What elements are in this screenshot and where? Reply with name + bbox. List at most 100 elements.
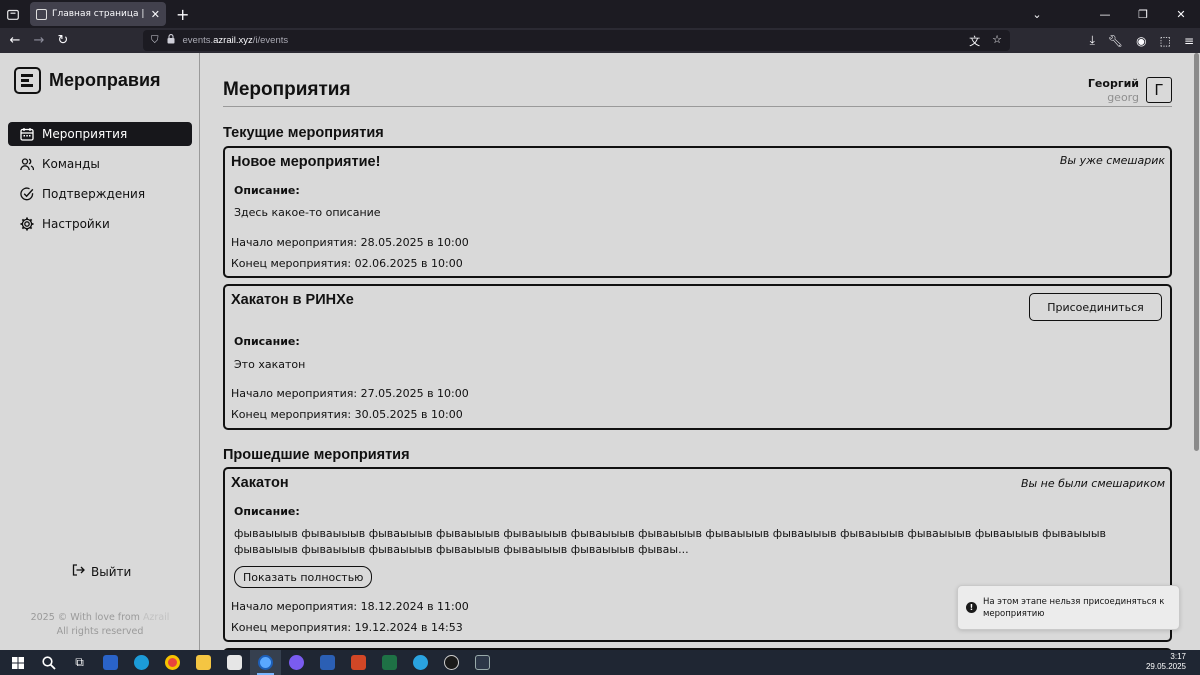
tab-favicon-icon <box>36 8 47 20</box>
tab-overview-icon[interactable] <box>0 0 26 28</box>
url-text[interactable]: events.azrail.xyz/i/events <box>183 35 289 46</box>
sidebar-item-label: Команды <box>42 157 100 171</box>
powerpoint-icon[interactable] <box>343 650 374 675</box>
sidebar-item-events[interactable]: Мероприятия <box>8 122 192 146</box>
firefox-dev-icon[interactable] <box>281 650 312 675</box>
translate-icon[interactable]: 文 <box>969 33 980 49</box>
os-taskbar: ⧉ 3:17 29.05.2025 <box>0 650 1200 675</box>
lock-icon[interactable] <box>167 34 175 47</box>
firefox-browser-icon[interactable] <box>250 650 281 675</box>
browser-tab-active[interactable]: Главная страница | Мероприя ✕ <box>30 2 166 26</box>
toast-message: На этом этапе нельзя присоединяться к ме… <box>983 596 1165 619</box>
browser-nav-bar: ← → ↻ ⛉ events.azrail.xyz/i/events 文 ☆ ⤓… <box>0 28 1200 53</box>
browser-tab-bar: Главная страница | Мероприя ✕ + ⌄ — ❐ ✕ <box>0 0 1200 28</box>
windows-start-icon[interactable] <box>2 650 33 675</box>
event-status: Вы уже смешарик <box>1059 154 1165 167</box>
excel-icon[interactable] <box>374 650 405 675</box>
event-end: Конец мероприятия: 19.12.2024 в 14:53 <box>231 621 463 634</box>
downloads-icon[interactable]: ⤓ <box>1090 33 1095 48</box>
event-start: Начало мероприятия: 18.12.2024 в 11:00 <box>231 600 469 613</box>
alert-icon: ! <box>966 602 977 613</box>
reload-icon[interactable]: ↻ <box>51 33 75 48</box>
check-circle-icon <box>20 187 34 201</box>
sidebar-item-settings[interactable]: Настройки <box>8 212 192 236</box>
user-name: Георгий <box>1087 77 1139 90</box>
join-button[interactable]: Присоединиться <box>1029 293 1162 321</box>
section-title-current: Текущие мероприятия <box>223 125 384 141</box>
task-view-icon[interactable]: ⧉ <box>64 650 95 675</box>
word-icon[interactable] <box>312 650 343 675</box>
bookmark-star-icon[interactable]: ☆ <box>992 33 1002 49</box>
event-description: Здесь какое-то описание <box>234 206 381 219</box>
sidebar-item-teams[interactable]: Команды <box>8 152 192 176</box>
event-card: Хакатон в РИНХе Присоединиться Описание:… <box>223 284 1172 430</box>
header-divider <box>223 106 1172 107</box>
event-title: Хакатон <box>231 475 289 491</box>
menu-icon[interactable]: ≡ <box>1184 34 1194 48</box>
description-label: Описание: <box>234 184 300 197</box>
telegram-icon[interactable] <box>405 650 436 675</box>
github-desktop-icon[interactable] <box>436 650 467 675</box>
system-clock[interactable]: 3:17 29.05.2025 <box>1146 652 1186 672</box>
event-status: Вы не были смешариком <box>1020 477 1165 490</box>
error-toast[interactable]: ! На этом этапе нельзя присоединяться к … <box>957 585 1180 630</box>
window-close-icon[interactable]: ✕ <box>1162 8 1200 21</box>
tab-title: Главная страница | Мероприя <box>52 9 146 19</box>
search-icon[interactable] <box>33 650 64 675</box>
page-scrollbar[interactable] <box>1192 53 1200 650</box>
event-end: Конец мероприятия: 02.06.2025 в 10:00 <box>231 257 463 270</box>
minimize-icon[interactable]: — <box>1086 8 1124 21</box>
gear-icon <box>20 217 34 231</box>
section-title-past: Прошедшие мероприятия <box>223 447 410 463</box>
event-title: Хакатон в РИНХе <box>231 292 354 308</box>
sidebar-nav: Мероприятия Команды Подтверждения Настро… <box>8 122 192 242</box>
back-icon[interactable]: ← <box>3 33 27 48</box>
new-tab-icon[interactable]: + <box>176 5 189 24</box>
page-title: Мероприятия <box>223 79 351 100</box>
brand-title: Мероправия <box>49 70 161 90</box>
tools-icon[interactable]: 🔧︎ <box>1108 34 1123 48</box>
logout-button[interactable]: Выйти <box>72 564 131 579</box>
calendar-icon <box>20 127 34 141</box>
app-icon[interactable] <box>95 650 126 675</box>
scrollbar-thumb[interactable] <box>1194 53 1199 451</box>
sidebar-footer: 2025 © With love from Azrail All rights … <box>30 612 170 637</box>
tab-list-chevron-icon[interactable]: ⌄ <box>1018 8 1056 21</box>
brand[interactable]: Мероправия <box>14 67 161 94</box>
user-info: Георгий georg <box>1088 77 1139 104</box>
account-icon[interactable]: ◉ <box>1136 34 1146 48</box>
logout-icon <box>72 564 85 579</box>
tab-close-icon[interactable]: ✕ <box>151 8 160 21</box>
forward-icon[interactable]: → <box>27 33 51 48</box>
restore-icon[interactable]: ❐ <box>1124 8 1162 21</box>
event-card: Новое мероприятие! Вы уже смешарик Описа… <box>223 146 1172 278</box>
event-end: Конец мероприятия: 30.05.2025 в 10:00 <box>231 408 463 421</box>
description-label: Описание: <box>234 335 300 348</box>
footer-author-link[interactable]: Azrail <box>143 612 170 623</box>
sidebar: Мероправия Мероприятия Команды Подтвержд… <box>0 53 200 650</box>
app-icon[interactable] <box>467 650 498 675</box>
main-content: Мероприятия Георгий georg Г Текущие меро… <box>201 53 1191 650</box>
sidebar-item-confirmations[interactable]: Подтверждения <box>8 182 192 206</box>
event-title: Новое мероприятие! <box>231 154 381 170</box>
event-description: Это хакатон <box>234 358 306 371</box>
calendar-app-icon[interactable] <box>219 650 250 675</box>
edge-browser-icon[interactable] <box>126 650 157 675</box>
user-login: georg <box>1107 91 1139 104</box>
file-explorer-icon[interactable] <box>188 650 219 675</box>
avatar[interactable]: Г <box>1146 77 1172 103</box>
sidebar-item-label: Подтверждения <box>42 187 146 201</box>
event-start: Начало мероприятия: 27.05.2025 в 10:00 <box>231 387 469 400</box>
logout-label: Выйти <box>91 564 132 579</box>
address-bar[interactable]: ⛉ events.azrail.xyz/i/events 文 ☆ <box>143 30 1010 51</box>
sidebar-item-label: Мероприятия <box>42 127 128 141</box>
brand-logo-icon <box>14 67 41 94</box>
extensions-icon[interactable]: ⬚ <box>1160 34 1171 48</box>
description-label: Описание: <box>234 505 300 518</box>
show-full-button[interactable]: Показать полностью <box>234 566 373 588</box>
shield-icon[interactable]: ⛉ <box>151 35 159 46</box>
event-start: Начало мероприятия: 28.05.2025 в 10:00 <box>231 236 469 249</box>
chrome-browser-icon[interactable] <box>157 650 188 675</box>
sidebar-item-label: Настройки <box>42 217 110 231</box>
event-description: фываыыыв фываыыыв фываыыыв фываыыыв фыва… <box>234 527 1107 556</box>
